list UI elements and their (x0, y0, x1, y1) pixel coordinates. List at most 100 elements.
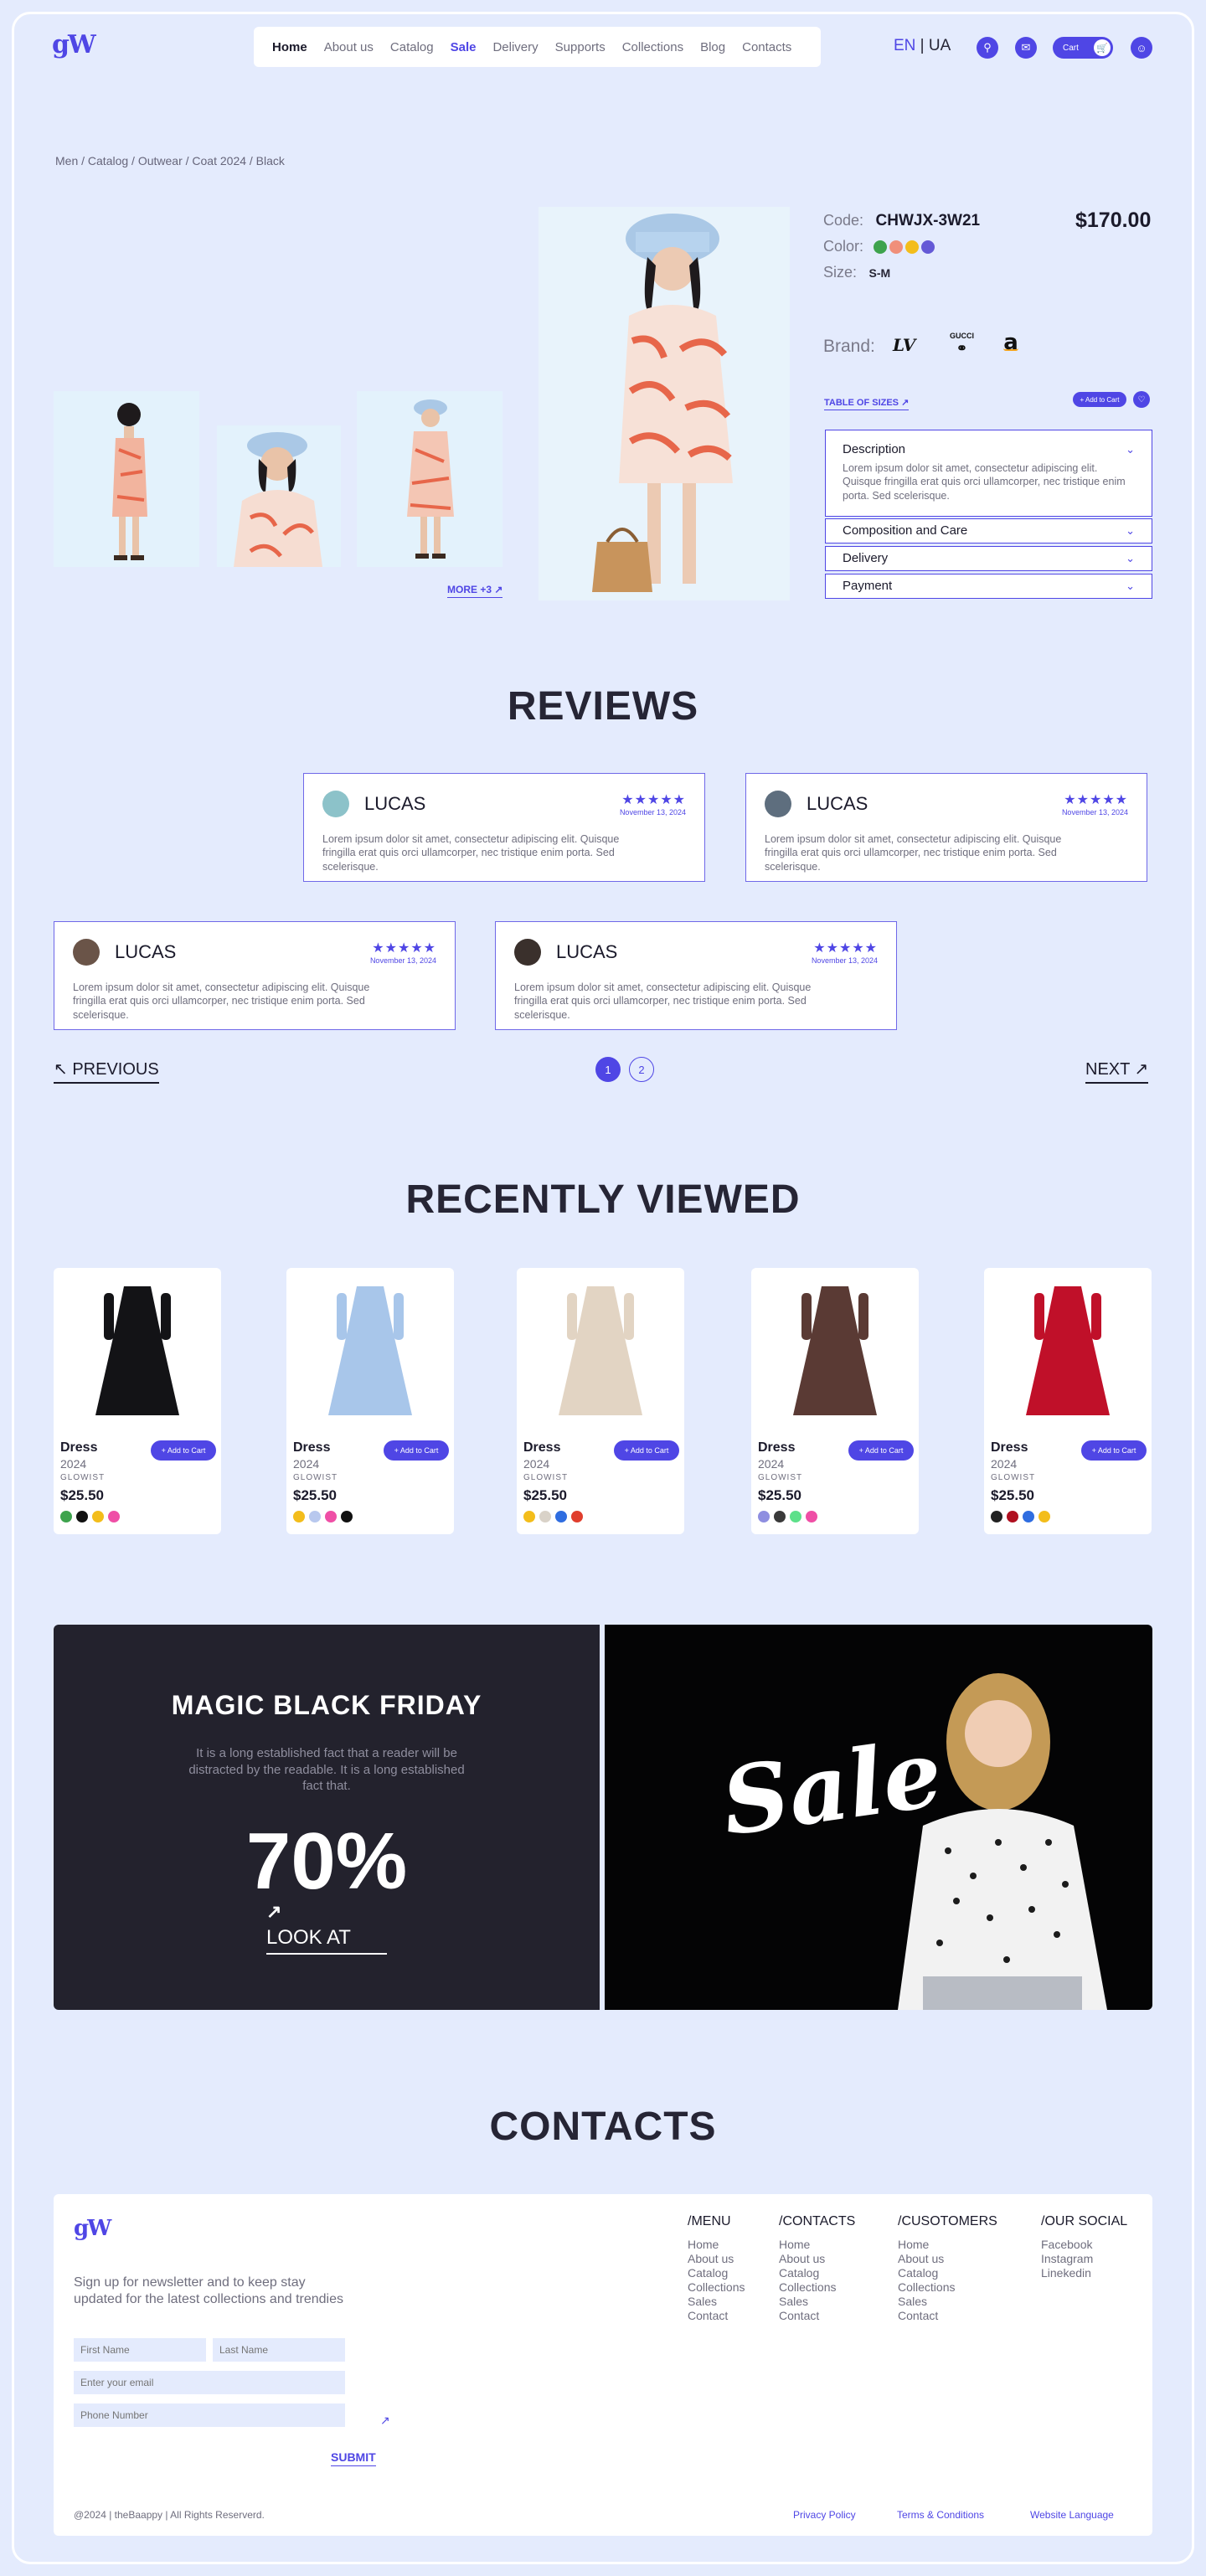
footer-link[interactable]: Contact (898, 2309, 997, 2323)
page-1-button[interactable]: 1 (595, 1057, 621, 1082)
color-swatch[interactable] (523, 1511, 535, 1522)
color-swatch[interactable] (571, 1511, 583, 1522)
last-name-input[interactable] (213, 2338, 345, 2362)
accordion-delivery[interactable]: Delivery ⌄ (825, 546, 1152, 571)
product-card[interactable]: Dress 2024 GLOWIST $25.50 + Add to Cart (751, 1268, 919, 1534)
product-main-image[interactable] (539, 207, 790, 600)
product-thumbnail-1[interactable] (54, 391, 199, 567)
footer-link[interactable]: Catalog (688, 2266, 745, 2280)
product-thumbnail-2[interactable] (217, 425, 341, 567)
search-icon[interactable]: ⚲ (977, 37, 998, 59)
color-swatch[interactable] (76, 1511, 88, 1522)
lang-en[interactable]: EN (894, 37, 915, 54)
footer-link[interactable]: About us (779, 2252, 855, 2266)
brand-gucci-logo[interactable]: GUCCI ⚭ (950, 332, 974, 357)
color-swatch[interactable] (991, 1511, 1002, 1522)
footer-link[interactable]: Contact (779, 2309, 855, 2323)
nav-about[interactable]: About us (324, 40, 374, 54)
sale-banner-image[interactable]: Sale (605, 1625, 1152, 2010)
product-card[interactable]: Dress 2024 GLOWIST $25.50 + Add to Cart (286, 1268, 454, 1534)
footer-link[interactable]: Sales (898, 2295, 997, 2309)
footer-link[interactable]: Catalog (898, 2266, 997, 2280)
color-swatch[interactable] (758, 1511, 770, 1522)
footer-link[interactable]: Sales (688, 2295, 745, 2309)
color-swatch-purple[interactable] (921, 240, 935, 254)
brand-amazon-logo[interactable]: a (1003, 330, 1018, 355)
color-swatch[interactable] (1038, 1511, 1050, 1522)
footer-link[interactable]: Instagram (1041, 2252, 1127, 2266)
breadcrumb[interactable]: Men / Catalog / Outwear / Coat 2024 / Bl… (55, 154, 285, 167)
footer-link[interactable]: About us (898, 2252, 997, 2266)
product-card[interactable]: Dress 2024 GLOWIST $25.50 + Add to Cart (517, 1268, 684, 1534)
more-photos-link[interactable]: MORE +3 ↗ (447, 584, 503, 598)
first-name-input[interactable] (74, 2338, 206, 2362)
nav-contacts[interactable]: Contacts (742, 40, 791, 54)
accordion-payment[interactable]: Payment ⌄ (825, 574, 1152, 599)
email-input[interactable] (74, 2371, 345, 2394)
size-value[interactable]: S-M (868, 266, 890, 280)
footer-link[interactable]: Contact (688, 2309, 745, 2323)
color-swatch[interactable] (555, 1511, 567, 1522)
color-swatch[interactable] (325, 1511, 337, 1522)
nav-blog[interactable]: Blog (700, 40, 725, 54)
product-thumbnail-3[interactable] (357, 391, 502, 567)
chat-icon[interactable]: ✉ (1015, 37, 1037, 59)
nav-sale[interactable]: Sale (451, 40, 477, 54)
terms-link[interactable]: Terms & Conditions (897, 2509, 984, 2521)
look-at-link[interactable]: LOOK AT (266, 1926, 387, 1955)
nav-delivery[interactable]: Delivery (492, 40, 538, 54)
nav-supports[interactable]: Supports (555, 40, 606, 54)
footer-link[interactable]: Home (779, 2238, 855, 2252)
color-swatch[interactable] (92, 1511, 104, 1522)
footer-link[interactable]: Home (898, 2238, 997, 2252)
color-swatch[interactable] (539, 1511, 551, 1522)
page-2-button[interactable]: 2 (629, 1057, 654, 1082)
color-swatch[interactable] (1023, 1511, 1034, 1522)
accordion-composition[interactable]: Composition and Care ⌄ (825, 518, 1152, 544)
nav-home[interactable]: Home (272, 40, 307, 54)
color-swatch[interactable] (806, 1511, 817, 1522)
footer-link[interactable]: About us (688, 2252, 745, 2266)
color-swatch[interactable] (293, 1511, 305, 1522)
color-swatch-peach[interactable] (889, 240, 904, 254)
phone-input[interactable] (74, 2403, 345, 2427)
user-icon[interactable]: ☺ (1131, 37, 1152, 59)
color-swatch[interactable] (309, 1511, 321, 1522)
next-page-link[interactable]: NEXT ↗ (1085, 1059, 1149, 1084)
table-of-sizes-link[interactable]: TABLE OF SIZES ↗ (824, 397, 910, 410)
website-language-link[interactable]: Website Language (1030, 2509, 1114, 2521)
product-card[interactable]: Dress 2024 GLOWIST $25.50 + Add to Cart (54, 1268, 221, 1534)
footer-link[interactable]: Collections (688, 2280, 745, 2295)
footer-link[interactable]: Linekedin (1041, 2266, 1127, 2280)
color-swatch[interactable] (790, 1511, 801, 1522)
brand-louis-vuitton-logo[interactable]: LV (893, 335, 915, 355)
footer-link[interactable]: Collections (779, 2280, 855, 2295)
color-swatch[interactable] (108, 1511, 120, 1522)
submit-button[interactable]: SUBMIT (331, 2450, 376, 2466)
footer-link[interactable]: Catalog (779, 2266, 855, 2280)
footer-link[interactable]: Sales (779, 2295, 855, 2309)
color-swatch[interactable] (774, 1511, 786, 1522)
wishlist-icon[interactable]: ♡ (1133, 391, 1150, 408)
privacy-policy-link[interactable]: Privacy Policy (793, 2509, 856, 2521)
add-to-cart-button[interactable]: + Add to Cart (1073, 392, 1126, 407)
cart-button[interactable]: Cart 🛒 (1053, 37, 1113, 59)
footer-logo[interactable]: gW (74, 2216, 111, 2241)
chevron-up-icon[interactable]: ⌄ (1126, 443, 1135, 456)
previous-page-link[interactable]: ↖ PREVIOUS (54, 1059, 159, 1084)
add-to-cart-button[interactable]: + Add to Cart (384, 1440, 449, 1461)
color-swatch[interactable] (1007, 1511, 1018, 1522)
lang-ua[interactable]: UA (929, 37, 951, 54)
footer-link[interactable]: Facebook (1041, 2238, 1127, 2252)
add-to-cart-button[interactable]: + Add to Cart (1081, 1440, 1147, 1461)
color-swatch-green[interactable] (874, 240, 888, 254)
product-card[interactable]: Dress 2024 GLOWIST $25.50 + Add to Cart (984, 1268, 1152, 1534)
nav-collections[interactable]: Collections (622, 40, 683, 54)
add-to-cart-button[interactable]: + Add to Cart (614, 1440, 679, 1461)
logo[interactable]: gW (52, 30, 96, 59)
footer-link[interactable]: Home (688, 2238, 745, 2252)
nav-catalog[interactable]: Catalog (390, 40, 434, 54)
accordion-description[interactable]: Description ⌄ Lorem ipsum dolor sit amet,… (825, 430, 1152, 517)
footer-link[interactable]: Collections (898, 2280, 997, 2295)
add-to-cart-button[interactable]: + Add to Cart (848, 1440, 914, 1461)
